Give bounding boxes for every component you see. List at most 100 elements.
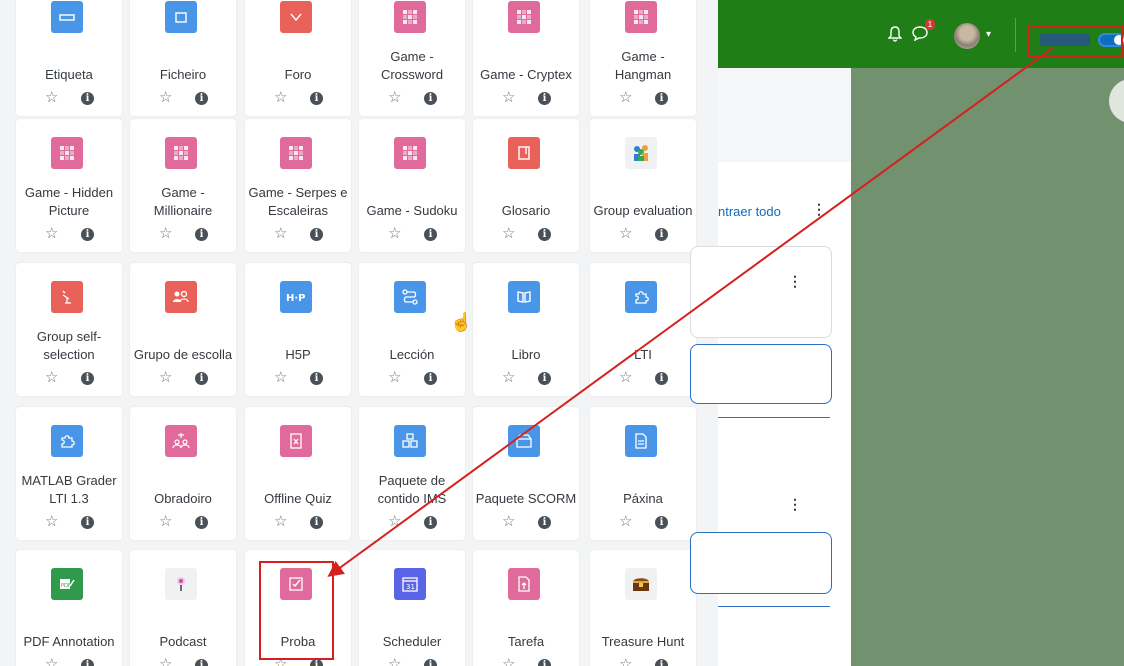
info-icon[interactable]: i [195, 659, 208, 666]
star-favourite-icon[interactable]: ☆ [45, 90, 58, 106]
module-card[interactable]: Etiqueta ☆ i [16, 0, 122, 116]
section-card-3-menu-icon[interactable]: ⋮ [788, 496, 802, 513]
module-card[interactable]: Game - Sudoku ☆ i [359, 119, 465, 252]
module-card[interactable]: Game - Millionaire ☆ i [130, 119, 236, 252]
module-name: Game - Sudoku [366, 203, 458, 218]
star-favourite-icon[interactable]: ☆ [274, 514, 287, 530]
info-icon[interactable]: i [195, 228, 208, 241]
avatar[interactable] [954, 23, 980, 49]
star-favourite-icon[interactable]: ☆ [159, 514, 172, 530]
section-card-2[interactable] [690, 344, 832, 404]
info-icon[interactable]: i [538, 659, 551, 666]
module-card[interactable]: Podcast ☆ i [130, 550, 236, 666]
info-icon[interactable]: i [424, 372, 437, 385]
module-card[interactable]: Game - Serpes e Escaleiras ☆ i [245, 119, 351, 252]
info-icon[interactable]: i [310, 92, 323, 105]
module-card[interactable]: Paquete SCORM ☆ i [473, 407, 579, 540]
info-icon[interactable]: i [538, 228, 551, 241]
info-icon[interactable]: i [538, 92, 551, 105]
module-card[interactable]: H·P H5P ☆ i [245, 263, 351, 396]
star-favourite-icon[interactable]: ☆ [502, 90, 515, 106]
info-icon[interactable]: i [310, 659, 323, 666]
info-icon[interactable]: i [310, 228, 323, 241]
star-favourite-icon[interactable]: ☆ [159, 370, 172, 386]
info-icon[interactable]: i [81, 372, 94, 385]
collapse-all-link[interactable]: ntraer todo [718, 204, 781, 219]
module-card[interactable]: Group evaluation ☆ i [590, 119, 696, 252]
module-card[interactable]: Game - Crossword ☆ i [359, 0, 465, 116]
module-card[interactable]: Game - Hidden Picture ☆ i [16, 119, 122, 252]
info-icon[interactable]: i [424, 228, 437, 241]
star-favourite-icon[interactable]: ☆ [388, 514, 401, 530]
module-card[interactable]: Obradoiro ☆ i [130, 407, 236, 540]
module-card[interactable]: Libro ☆ i [473, 263, 579, 396]
info-icon[interactable]: i [655, 659, 668, 666]
info-icon[interactable]: i [310, 372, 323, 385]
star-favourite-icon[interactable]: ☆ [45, 370, 58, 386]
module-card[interactable]: Glosario ☆ i [473, 119, 579, 252]
star-favourite-icon[interactable]: ☆ [274, 370, 287, 386]
star-favourite-icon[interactable]: ☆ [274, 90, 287, 106]
star-favourite-icon[interactable]: ☆ [45, 226, 58, 242]
module-card[interactable]: 31 Scheduler ☆ i [359, 550, 465, 666]
module-card[interactable]: PDF PDF Annotation ☆ i [16, 550, 122, 666]
module-card[interactable]: Tarefa ☆ i [473, 550, 579, 666]
info-icon[interactable]: i [195, 516, 208, 529]
info-icon[interactable]: i [310, 516, 323, 529]
star-favourite-icon[interactable]: ☆ [619, 90, 632, 106]
info-icon[interactable]: i [195, 372, 208, 385]
info-icon[interactable]: i [424, 516, 437, 529]
info-icon[interactable]: i [655, 516, 668, 529]
info-icon[interactable]: i [81, 516, 94, 529]
star-favourite-icon[interactable]: ☆ [159, 226, 172, 242]
section-card-4[interactable] [690, 532, 832, 594]
info-icon[interactable]: i [81, 92, 94, 105]
module-card[interactable]: Grupo de escolla ☆ i [130, 263, 236, 396]
section-menu-icon[interactable]: ⋮ [812, 201, 826, 218]
info-icon[interactable]: i [655, 372, 668, 385]
info-icon[interactable]: i [81, 659, 94, 666]
star-favourite-icon[interactable]: ☆ [388, 657, 401, 666]
info-icon[interactable]: i [655, 228, 668, 241]
star-favourite-icon[interactable]: ☆ [502, 226, 515, 242]
star-favourite-icon[interactable]: ☆ [388, 90, 401, 106]
info-icon[interactable]: i [195, 92, 208, 105]
info-icon[interactable]: i [81, 228, 94, 241]
info-icon[interactable]: i [424, 92, 437, 105]
module-card[interactable]: Game - Cryptex ☆ i [473, 0, 579, 116]
module-card[interactable]: Foro ☆ i [245, 0, 351, 116]
star-favourite-icon[interactable]: ☆ [502, 657, 515, 666]
star-favourite-icon[interactable]: ☆ [45, 514, 58, 530]
module-card[interactable]: LTI ☆ i [590, 263, 696, 396]
module-card[interactable]: Ficheiro ☆ i [130, 0, 236, 116]
star-favourite-icon[interactable]: ☆ [45, 657, 58, 666]
info-icon[interactable]: i [538, 372, 551, 385]
info-icon[interactable]: i [655, 92, 668, 105]
module-card[interactable]: Offline Quiz ☆ i [245, 407, 351, 540]
star-favourite-icon[interactable]: ☆ [159, 90, 172, 106]
notifications-bell-icon[interactable] [887, 26, 903, 45]
module-card[interactable]: Group self-selection ☆ i [16, 263, 122, 396]
star-favourite-icon[interactable]: ☆ [502, 514, 515, 530]
star-favourite-icon[interactable]: ☆ [159, 657, 172, 666]
star-favourite-icon[interactable]: ☆ [619, 514, 632, 530]
star-favourite-icon[interactable]: ☆ [388, 370, 401, 386]
module-card[interactable]: Game - Hangman ☆ i [590, 0, 696, 116]
user-menu-chevron-icon[interactable]: ▾ [986, 29, 991, 40]
star-favourite-icon[interactable]: ☆ [619, 657, 632, 666]
star-favourite-icon[interactable]: ☆ [274, 226, 287, 242]
module-card[interactable]: Treasure Hunt ☆ i [590, 550, 696, 666]
star-favourite-icon[interactable]: ☆ [619, 226, 632, 242]
section-card-1-menu-icon[interactable]: ⋮ [788, 273, 802, 290]
module-card[interactable]: MATLAB Grader LTI 1.3 ☆ i [16, 407, 122, 540]
module-card[interactable]: Paquete de contido IMS ☆ i [359, 407, 465, 540]
game-icon [394, 1, 426, 33]
star-favourite-icon[interactable]: ☆ [502, 370, 515, 386]
treasure-chest-icon [625, 568, 657, 600]
info-icon[interactable]: i [424, 659, 437, 666]
module-card[interactable]: Páxina ☆ i [590, 407, 696, 540]
info-icon[interactable]: i [538, 516, 551, 529]
star-favourite-icon[interactable]: ☆ [388, 226, 401, 242]
drawer-toggle-button[interactable] [1109, 79, 1124, 123]
star-favourite-icon[interactable]: ☆ [619, 370, 632, 386]
